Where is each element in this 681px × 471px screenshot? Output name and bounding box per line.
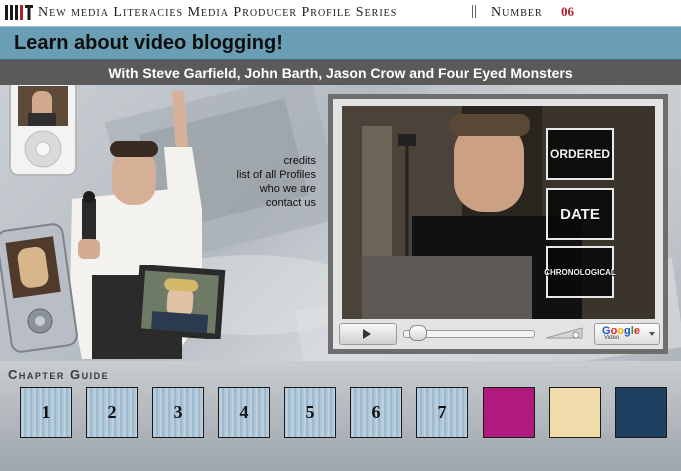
volume-icon[interactable] (546, 326, 584, 340)
subtitle-bar: With Steve Garfield, John Barth, Jason C… (0, 60, 681, 85)
flip-phone-image (0, 223, 78, 353)
page-title: Learn about video blogging! (14, 32, 283, 54)
top-header: New media Literacies Media Producer Prof… (0, 0, 681, 24)
player-controls: Google Video (339, 323, 660, 345)
chapter-tile-4[interactable]: 4 (218, 387, 270, 438)
who-we-are-link[interactable]: who we are (205, 182, 316, 196)
chapter-tile-6[interactable]: 6 (350, 387, 402, 438)
chapter-tile-3[interactable]: 3 (152, 387, 204, 438)
credits-link[interactable]: credits (205, 154, 316, 168)
mit-logo-icon (5, 5, 33, 20)
sticker-date: DATE (546, 188, 614, 240)
chapter-tile-navy[interactable] (615, 387, 667, 438)
number-label: Number (491, 5, 543, 20)
chapter-tile-2[interactable]: 2 (86, 387, 138, 438)
chapter-tile-7[interactable]: 7 (416, 387, 468, 438)
chevron-down-icon (649, 332, 655, 336)
video-word: Video (604, 335, 620, 341)
page-subtitle: With Steve Garfield, John Barth, Jason C… (108, 65, 573, 81)
sticker-ordered: ORDERED (546, 128, 614, 180)
webcam-snapshot-image (134, 265, 226, 339)
chapter-tile-5[interactable]: 5 (284, 387, 336, 438)
number-value: 06 (561, 4, 574, 19)
all-profiles-link[interactable]: list of all Profiles (205, 168, 316, 182)
chapter-number: 4 (239, 402, 249, 422)
chapter-number: 2 (107, 402, 117, 422)
chapter-tile-magenta[interactable] (483, 387, 535, 438)
nav-links: credits list of all Profiles who we are … (205, 154, 316, 210)
chapter-tile-tan[interactable] (549, 387, 601, 438)
video-player: ORDERED DATE CHRONOLOGICAL Google Video (328, 94, 668, 354)
chapter-guide-label: Chapter Guide (8, 367, 110, 382)
google-video-button[interactable]: Google Video (594, 323, 660, 345)
page: New media Literacies Media Producer Prof… (0, 0, 681, 471)
series-title: New media Literacies Media Producer Prof… (38, 5, 398, 20)
chapter-number: 6 (371, 402, 381, 422)
seek-thumb[interactable] (409, 325, 427, 341)
chapter-number: 3 (173, 402, 183, 422)
header-separator: || (471, 3, 478, 19)
title-bar: Learn about video blogging! (0, 26, 681, 60)
chapter-number: 7 (437, 402, 447, 422)
video-screen[interactable]: ORDERED DATE CHRONOLOGICAL (342, 106, 655, 319)
chapter-number: 5 (305, 402, 315, 422)
chapter-number: 1 (41, 402, 51, 422)
play-icon (363, 329, 371, 339)
contact-us-link[interactable]: contact us (205, 196, 316, 210)
sticker-chronological: CHRONOLOGICAL (544, 246, 616, 298)
chapter-tile-1[interactable]: 1 (20, 387, 72, 438)
play-button[interactable] (339, 323, 397, 345)
